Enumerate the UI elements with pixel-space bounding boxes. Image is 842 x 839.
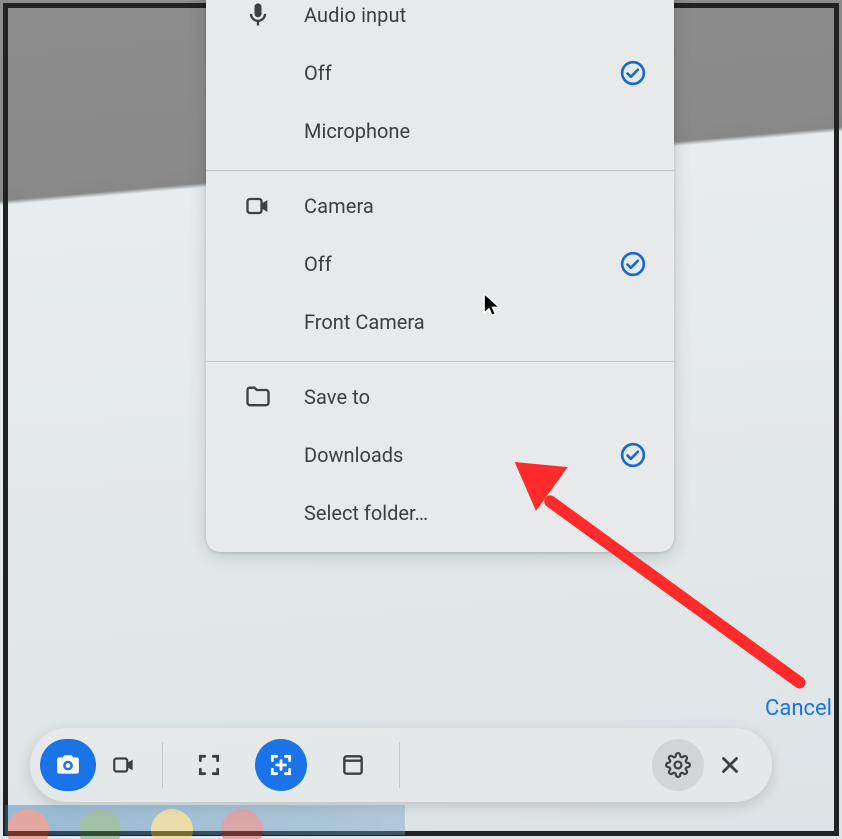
section-audio-input: Audio input Off Microphone bbox=[206, 0, 674, 170]
capture-settings-menu: Audio input Off Microphone Camera Off bbox=[206, 0, 674, 552]
window-region-button[interactable] bbox=[327, 739, 379, 791]
option-label: Off bbox=[304, 61, 620, 85]
partial-region-button[interactable] bbox=[255, 739, 307, 791]
section-title: Audio input bbox=[304, 3, 406, 27]
option-save-select-folder[interactable]: Select folder… bbox=[206, 484, 674, 542]
option-label: Microphone bbox=[304, 119, 620, 143]
option-label: Front Camera bbox=[304, 310, 620, 334]
option-camera-front[interactable]: Front Camera bbox=[206, 293, 674, 351]
close-button[interactable] bbox=[704, 739, 756, 791]
settings-button[interactable] bbox=[652, 739, 704, 791]
toolbar-separator bbox=[399, 742, 400, 788]
option-label: Downloads bbox=[304, 443, 620, 467]
section-header-audio: Audio input bbox=[206, 0, 674, 44]
toolbar-separator bbox=[162, 742, 163, 788]
section-camera: Camera Off Front Camera bbox=[206, 170, 674, 361]
check-icon bbox=[620, 60, 646, 86]
option-label: Off bbox=[304, 252, 620, 276]
screenshot-mode-button[interactable] bbox=[40, 739, 96, 791]
section-header-camera: Camera bbox=[206, 177, 674, 235]
screen-capture-toolbar bbox=[30, 728, 772, 802]
section-title: Camera bbox=[304, 194, 374, 218]
section-save-to: Save to Downloads Select folder… bbox=[206, 361, 674, 552]
option-save-downloads[interactable]: Downloads bbox=[206, 426, 674, 484]
screencast-mode-button[interactable] bbox=[96, 739, 152, 791]
microphone-icon bbox=[242, 0, 274, 31]
shelf-hint bbox=[5, 805, 405, 835]
option-camera-off[interactable]: Off bbox=[206, 235, 674, 293]
fullscreen-region-button[interactable] bbox=[183, 739, 235, 791]
option-audio-off[interactable]: Off bbox=[206, 44, 674, 102]
option-audio-microphone[interactable]: Microphone bbox=[206, 102, 674, 160]
video-camera-icon bbox=[242, 190, 274, 222]
check-icon bbox=[620, 251, 646, 277]
section-header-save-to: Save to bbox=[206, 368, 674, 426]
check-icon bbox=[620, 442, 646, 468]
option-label: Select folder… bbox=[304, 501, 620, 525]
folder-icon bbox=[242, 381, 274, 413]
section-title: Save to bbox=[304, 385, 370, 409]
cancel-button[interactable]: Cancel bbox=[765, 696, 832, 721]
